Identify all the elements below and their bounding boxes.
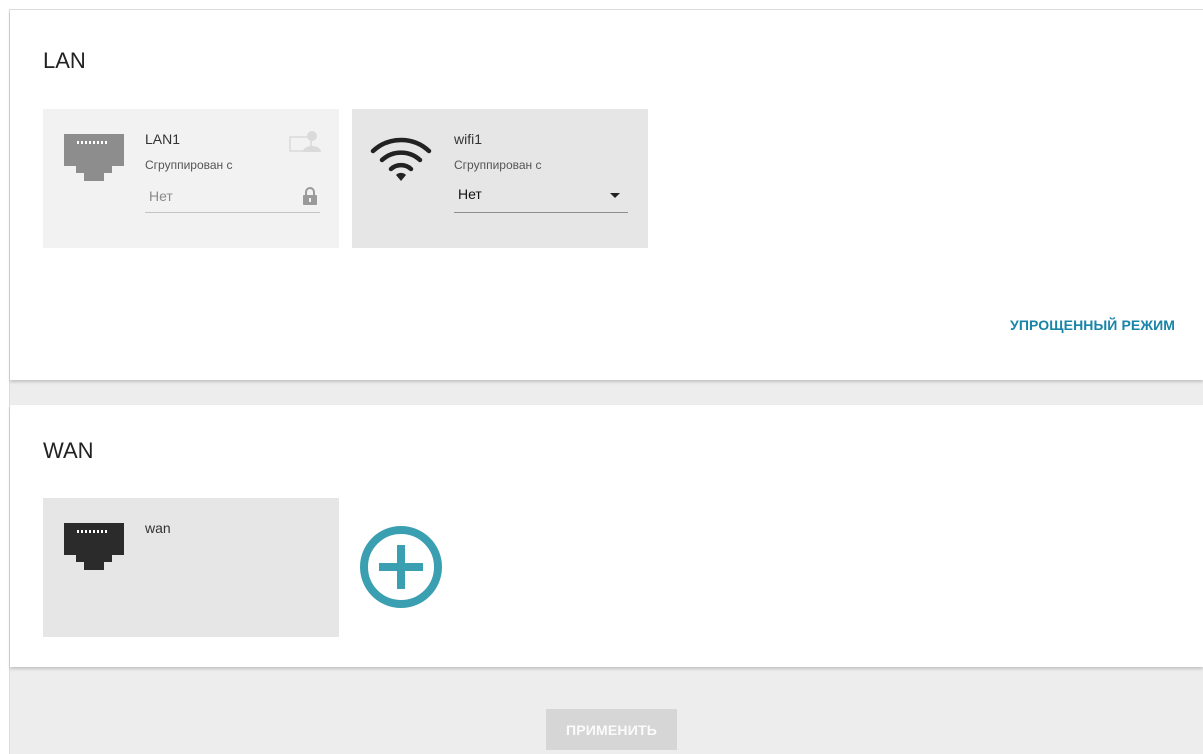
lan1-port-card[interactable]: LAN1 Сгруппирован с Нет bbox=[43, 109, 339, 248]
wifi1-grouped-label: Сгруппирован с bbox=[454, 158, 542, 172]
wifi1-port-name: wifi1 bbox=[454, 131, 483, 147]
lock-icon bbox=[303, 187, 317, 205]
wifi-icon bbox=[370, 137, 432, 181]
simple-mode-link[interactable]: УПРОЩЕННЫЙ РЕЖИМ bbox=[1010, 317, 1175, 333]
apply-button[interactable]: ПРИМЕНИТЬ bbox=[546, 709, 677, 750]
chevron-down-icon bbox=[610, 193, 620, 198]
add-wan-button[interactable] bbox=[359, 525, 443, 609]
wan-port-name: wan bbox=[145, 520, 171, 536]
wifi1-grouped-value: Нет bbox=[458, 186, 482, 202]
lan-section: LAN LAN1 Сгруппирован с Нет wifi1 Сгрупп… bbox=[10, 10, 1203, 380]
wan-section-title: WAN bbox=[43, 438, 94, 463]
lan-section-title: LAN bbox=[43, 48, 86, 73]
lan1-port-name: LAN1 bbox=[145, 131, 181, 147]
lan1-grouped-value: Нет bbox=[149, 188, 173, 204]
lan1-grouped-field: Нет bbox=[145, 180, 320, 213]
user-assign-icon[interactable] bbox=[289, 130, 321, 154]
ethernet-port-icon bbox=[64, 523, 124, 570]
ethernet-port-icon bbox=[64, 134, 124, 181]
wan-section: WAN wan bbox=[10, 405, 1203, 667]
lan1-grouped-label: Сгруппирован с bbox=[145, 158, 233, 172]
wifi1-port-card[interactable]: wifi1 Сгруппирован с Нет bbox=[352, 109, 648, 248]
wan-port-card[interactable]: wan bbox=[43, 498, 339, 637]
wifi1-grouped-select[interactable]: Нет bbox=[454, 180, 628, 213]
